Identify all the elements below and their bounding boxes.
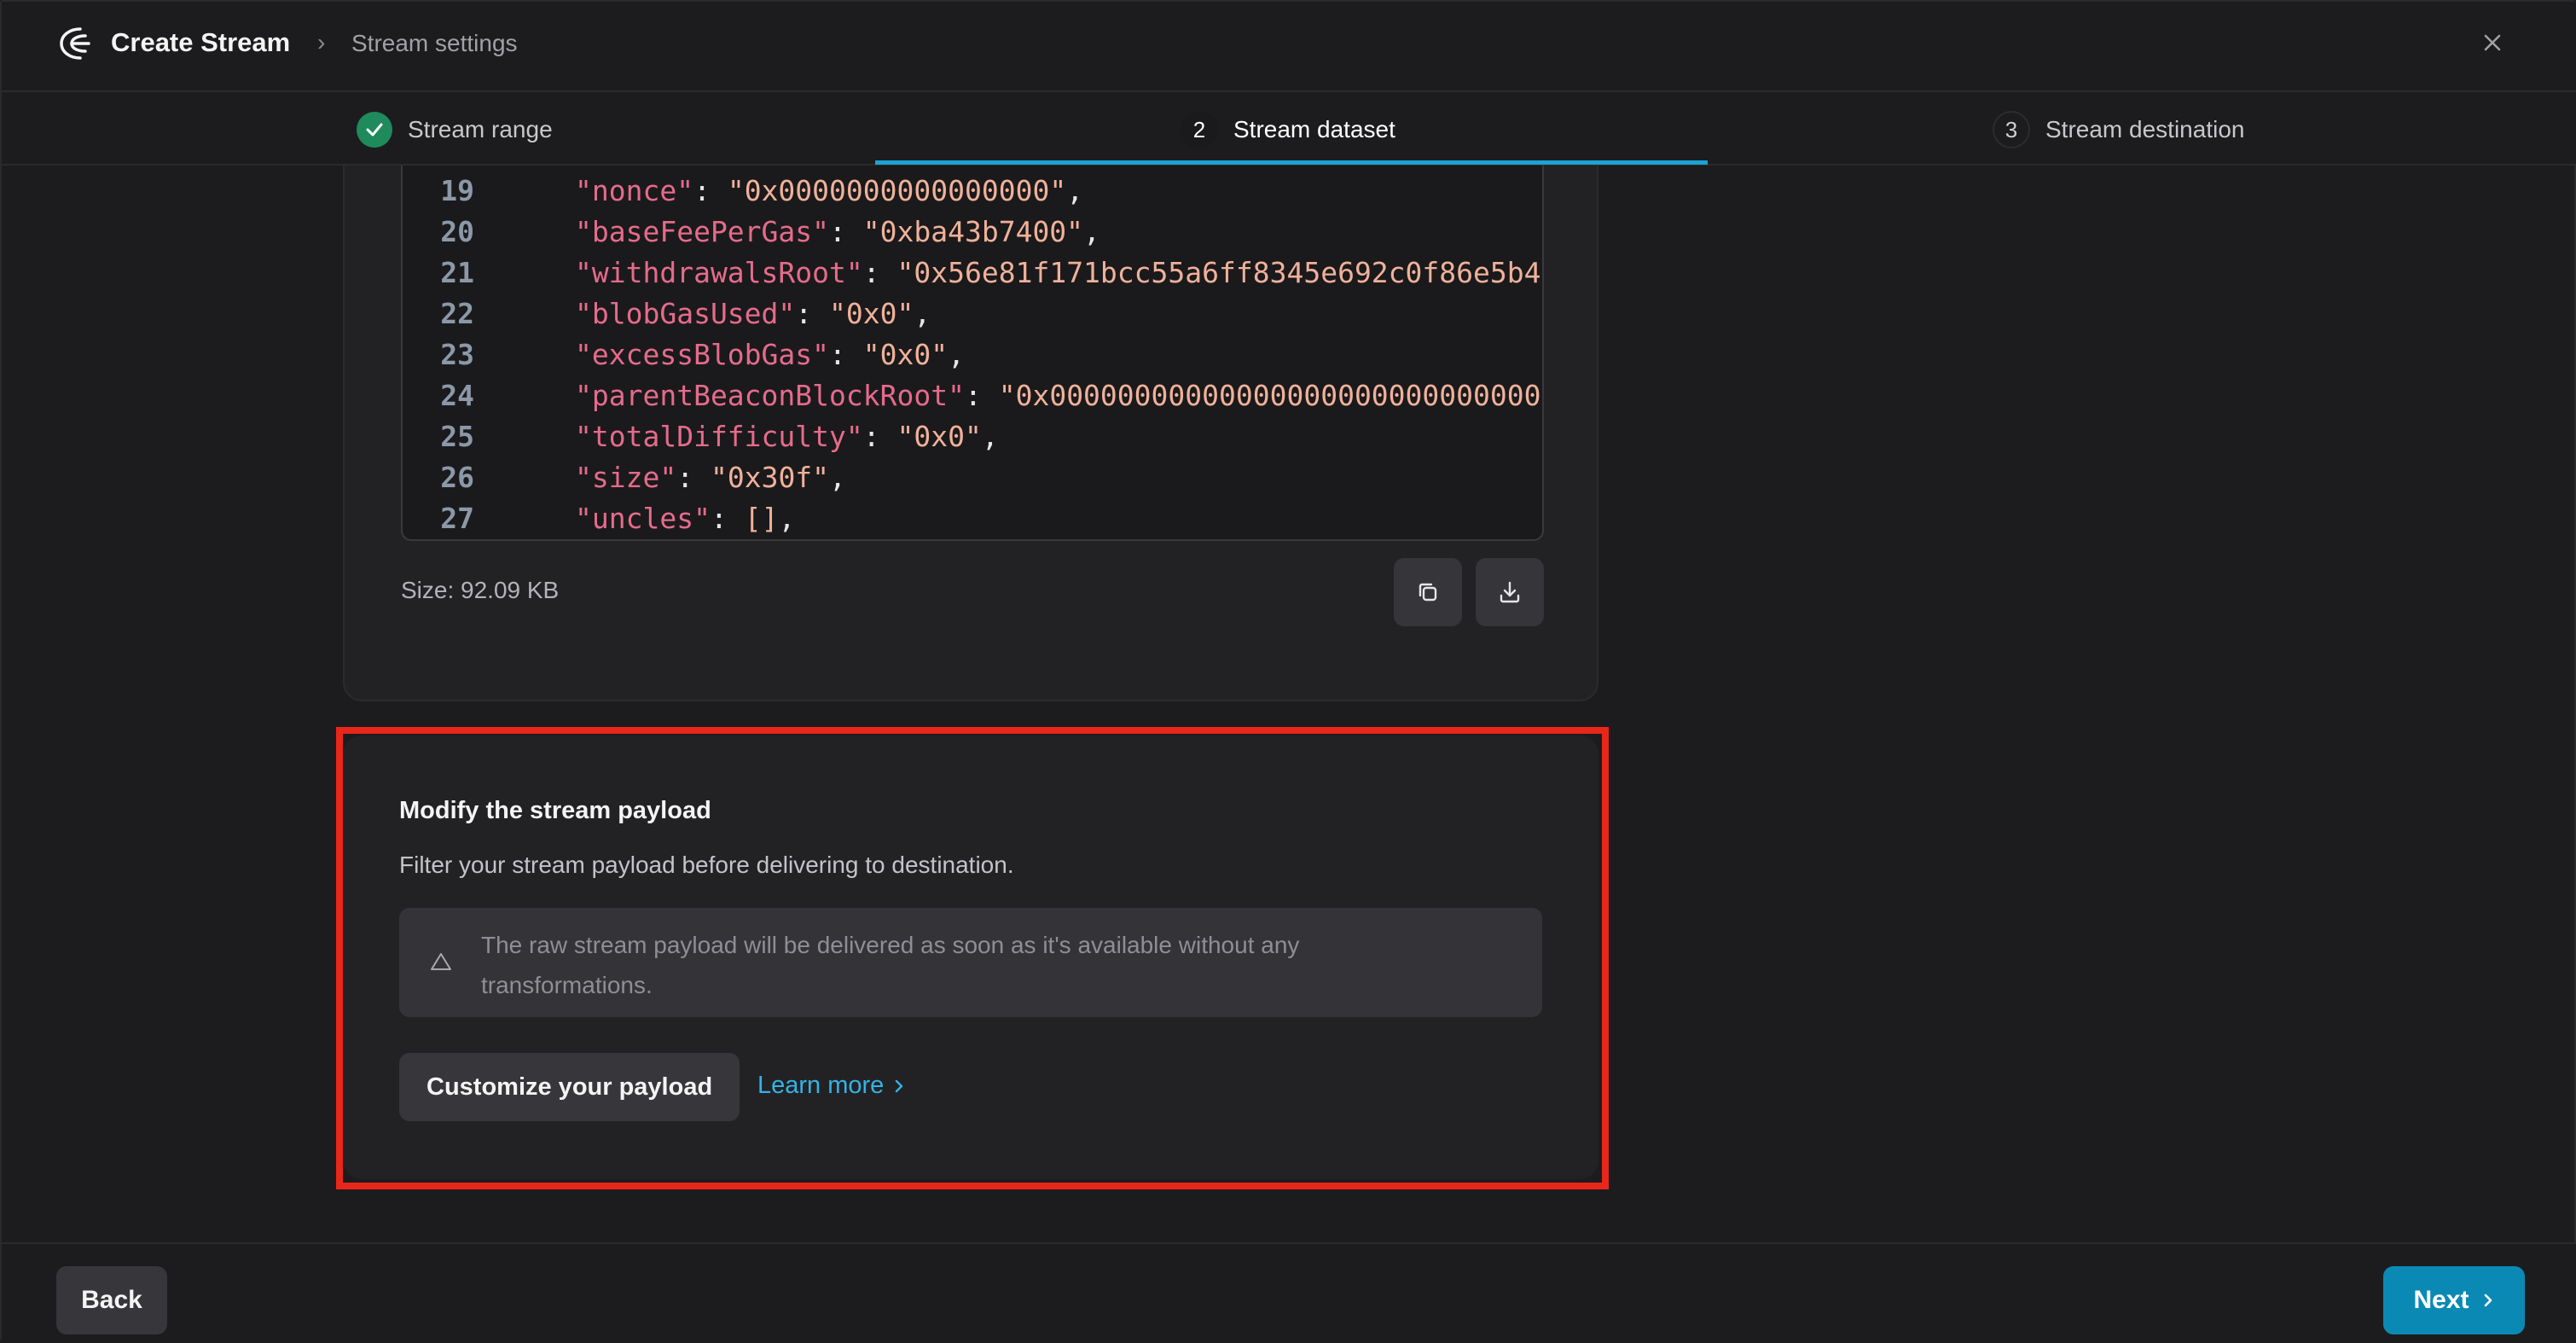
modify-payload-card: Modify the stream payload Filter your st… xyxy=(343,735,1598,1179)
code-line: 23 "excessBlobGas": "0x0", xyxy=(440,338,965,371)
close-icon[interactable] xyxy=(2479,29,2506,56)
download-button[interactable] xyxy=(1476,558,1544,626)
step-number: 2 xyxy=(1181,111,1218,148)
breadcrumb[interactable]: Stream settings xyxy=(351,30,518,57)
code-line: 20 "baseFeePerGas": "0xba43b7400", xyxy=(440,215,1100,248)
step-stream-dataset[interactable]: 2 Stream dataset xyxy=(1181,111,1395,148)
footer: Back Next xyxy=(2,1242,2576,1343)
code-line: 22 "blobGasUsed": "0x0", xyxy=(440,297,931,330)
json-preview[interactable]: 19 "nonce": "0x0000000000000000", 20 "ba… xyxy=(401,166,1544,541)
page-title: Create Stream xyxy=(111,27,291,57)
code-line: 21 "withdrawalsRoot": "0x56e81f171bcc55a… xyxy=(440,256,1544,289)
copy-icon xyxy=(1419,583,1437,602)
customize-payload-button[interactable]: Customize your payload xyxy=(399,1053,740,1121)
back-button[interactable]: Back xyxy=(56,1266,167,1334)
active-step-indicator xyxy=(875,160,1708,165)
chevron-right-icon xyxy=(2484,1294,2492,1307)
step-stream-range[interactable]: Stream range xyxy=(357,111,553,148)
payload-title: Modify the stream payload xyxy=(399,797,711,824)
dataset-card: 19 "nonce": "0x0000000000000000", 20 "ba… xyxy=(343,166,1598,701)
notice-text: The raw stream payload will be delivered… xyxy=(481,932,1300,998)
learn-more-label: Learn more xyxy=(757,1072,885,1099)
breadcrumb-chevron-icon: › xyxy=(317,29,326,55)
check-circle-icon xyxy=(357,112,392,148)
code-line: 27 "uncles": [], xyxy=(440,502,796,535)
code-line: 19 "nonce": "0x0000000000000000", xyxy=(440,174,1084,207)
step-stream-destination[interactable]: 3 Stream destination xyxy=(1993,111,2244,148)
next-label: Next xyxy=(2413,1286,2469,1314)
chevron-right-icon xyxy=(896,1079,903,1092)
download-icon xyxy=(1500,581,1520,603)
header: Create Stream › Stream settings xyxy=(2,2,2576,92)
create-stream-window: Create Stream › Stream settings Stream r… xyxy=(0,0,2576,1343)
warning-triangle-icon xyxy=(431,953,451,970)
step-label: Stream destination xyxy=(2045,116,2245,142)
main-content[interactable]: 19 "nonce": "0x0000000000000000", 20 "ba… xyxy=(2,166,2576,1242)
code-line: 26 "size": "0x30f", xyxy=(440,461,846,494)
learn-more-link[interactable]: Learn more xyxy=(757,1072,906,1100)
app-logo-icon xyxy=(60,27,90,60)
step-label: Stream dataset xyxy=(1233,116,1395,142)
copy-button[interactable] xyxy=(1394,558,1462,626)
step-label: Stream range xyxy=(408,116,553,142)
dataset-size: Size: 92.09 KB xyxy=(401,577,560,603)
code-line: 24 "parentBeaconBlockRoot": "0x000000000… xyxy=(440,379,1544,412)
next-button[interactable]: Next xyxy=(2383,1266,2525,1334)
payload-description: Filter your stream payload before delive… xyxy=(399,852,1014,878)
code-line: 25 "totalDifficulty": "0x0", xyxy=(440,420,999,453)
stepper: Stream range 2 Stream dataset 3 Stream d… xyxy=(2,92,2576,166)
payload-notice: The raw stream payload will be delivered… xyxy=(399,908,1542,1017)
step-number: 3 xyxy=(1993,111,2030,148)
